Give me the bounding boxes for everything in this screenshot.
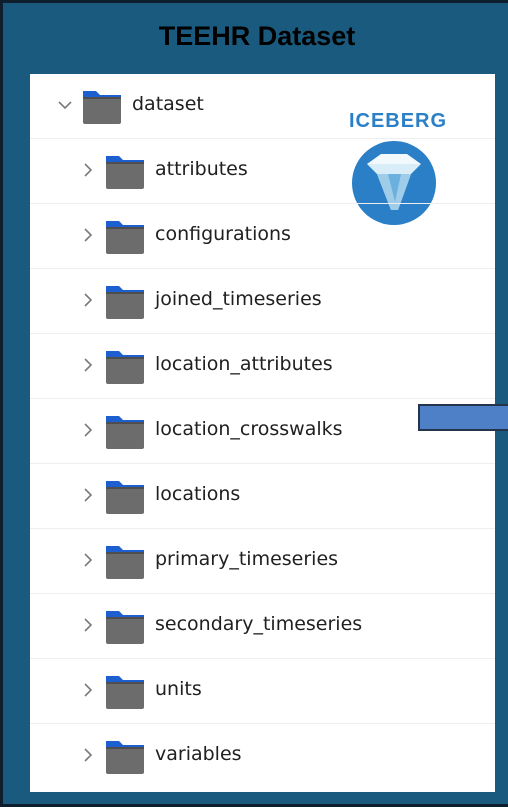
tree-item-location-attributes[interactable]: location_attributes [30,334,495,399]
tree-item-label: joined_timeseries [155,288,322,310]
tree-item-label: configurations [155,223,291,245]
tree-item-joined-timeseries[interactable]: joined_timeseries [30,269,495,334]
tree-item-label: units [155,678,202,700]
chevron-right-icon[interactable] [79,551,97,569]
tree-item-label: attributes [155,158,248,180]
folder-icon [104,475,146,517]
iceberg-label: ICEBERG [348,110,448,132]
tree-item-units[interactable]: units [30,659,495,724]
folder-icon [104,540,146,582]
page-title: TEEHR Dataset [158,21,356,51]
tree-item-label: dataset [132,93,204,115]
chevron-right-icon[interactable] [79,746,97,764]
chevron-right-icon[interactable] [79,161,97,179]
file-tree-panel: dataset ICEBERG attributes configuration… [30,74,495,792]
tree-item-secondary-timeseries[interactable]: secondary_timeseries [30,594,495,659]
folder-icon [104,280,146,322]
tree-item-label: variables [155,743,242,765]
tree-item-variables[interactable]: variables [30,724,495,788]
tree-item-primary-timeseries[interactable]: primary_timeseries [30,529,495,594]
connector-arrow [418,404,508,431]
folder-icon [81,85,123,127]
chevron-right-icon[interactable] [79,226,97,244]
chevron-right-icon[interactable] [79,421,97,439]
tree-item-configurations[interactable]: configurations [30,204,495,269]
folder-icon [104,605,146,647]
dataset-frame: TEEHR Dataset dataset ICEBERG attributes… [0,0,508,807]
folder-icon [104,735,146,777]
tree-item-label: location_crosswalks [155,418,343,440]
tree-item-label: primary_timeseries [155,548,339,570]
tree-item-locations[interactable]: locations [30,464,495,529]
folder-icon [104,345,146,387]
tree-item-attributes[interactable]: attributes [30,139,495,204]
chevron-right-icon[interactable] [79,616,97,634]
tree-item-label: secondary_timeseries [155,613,363,635]
chevron-right-icon[interactable] [79,486,97,504]
chevron-right-icon[interactable] [79,291,97,309]
chevron-right-icon[interactable] [79,681,97,699]
tree-item-label: location_attributes [155,353,333,375]
folder-icon [104,150,146,192]
chevron-down-icon[interactable] [56,96,74,114]
folder-icon [104,670,146,712]
tree-item-label: locations [155,483,241,505]
folder-icon [104,215,146,257]
folder-icon [104,410,146,452]
chevron-right-icon[interactable] [79,356,97,374]
